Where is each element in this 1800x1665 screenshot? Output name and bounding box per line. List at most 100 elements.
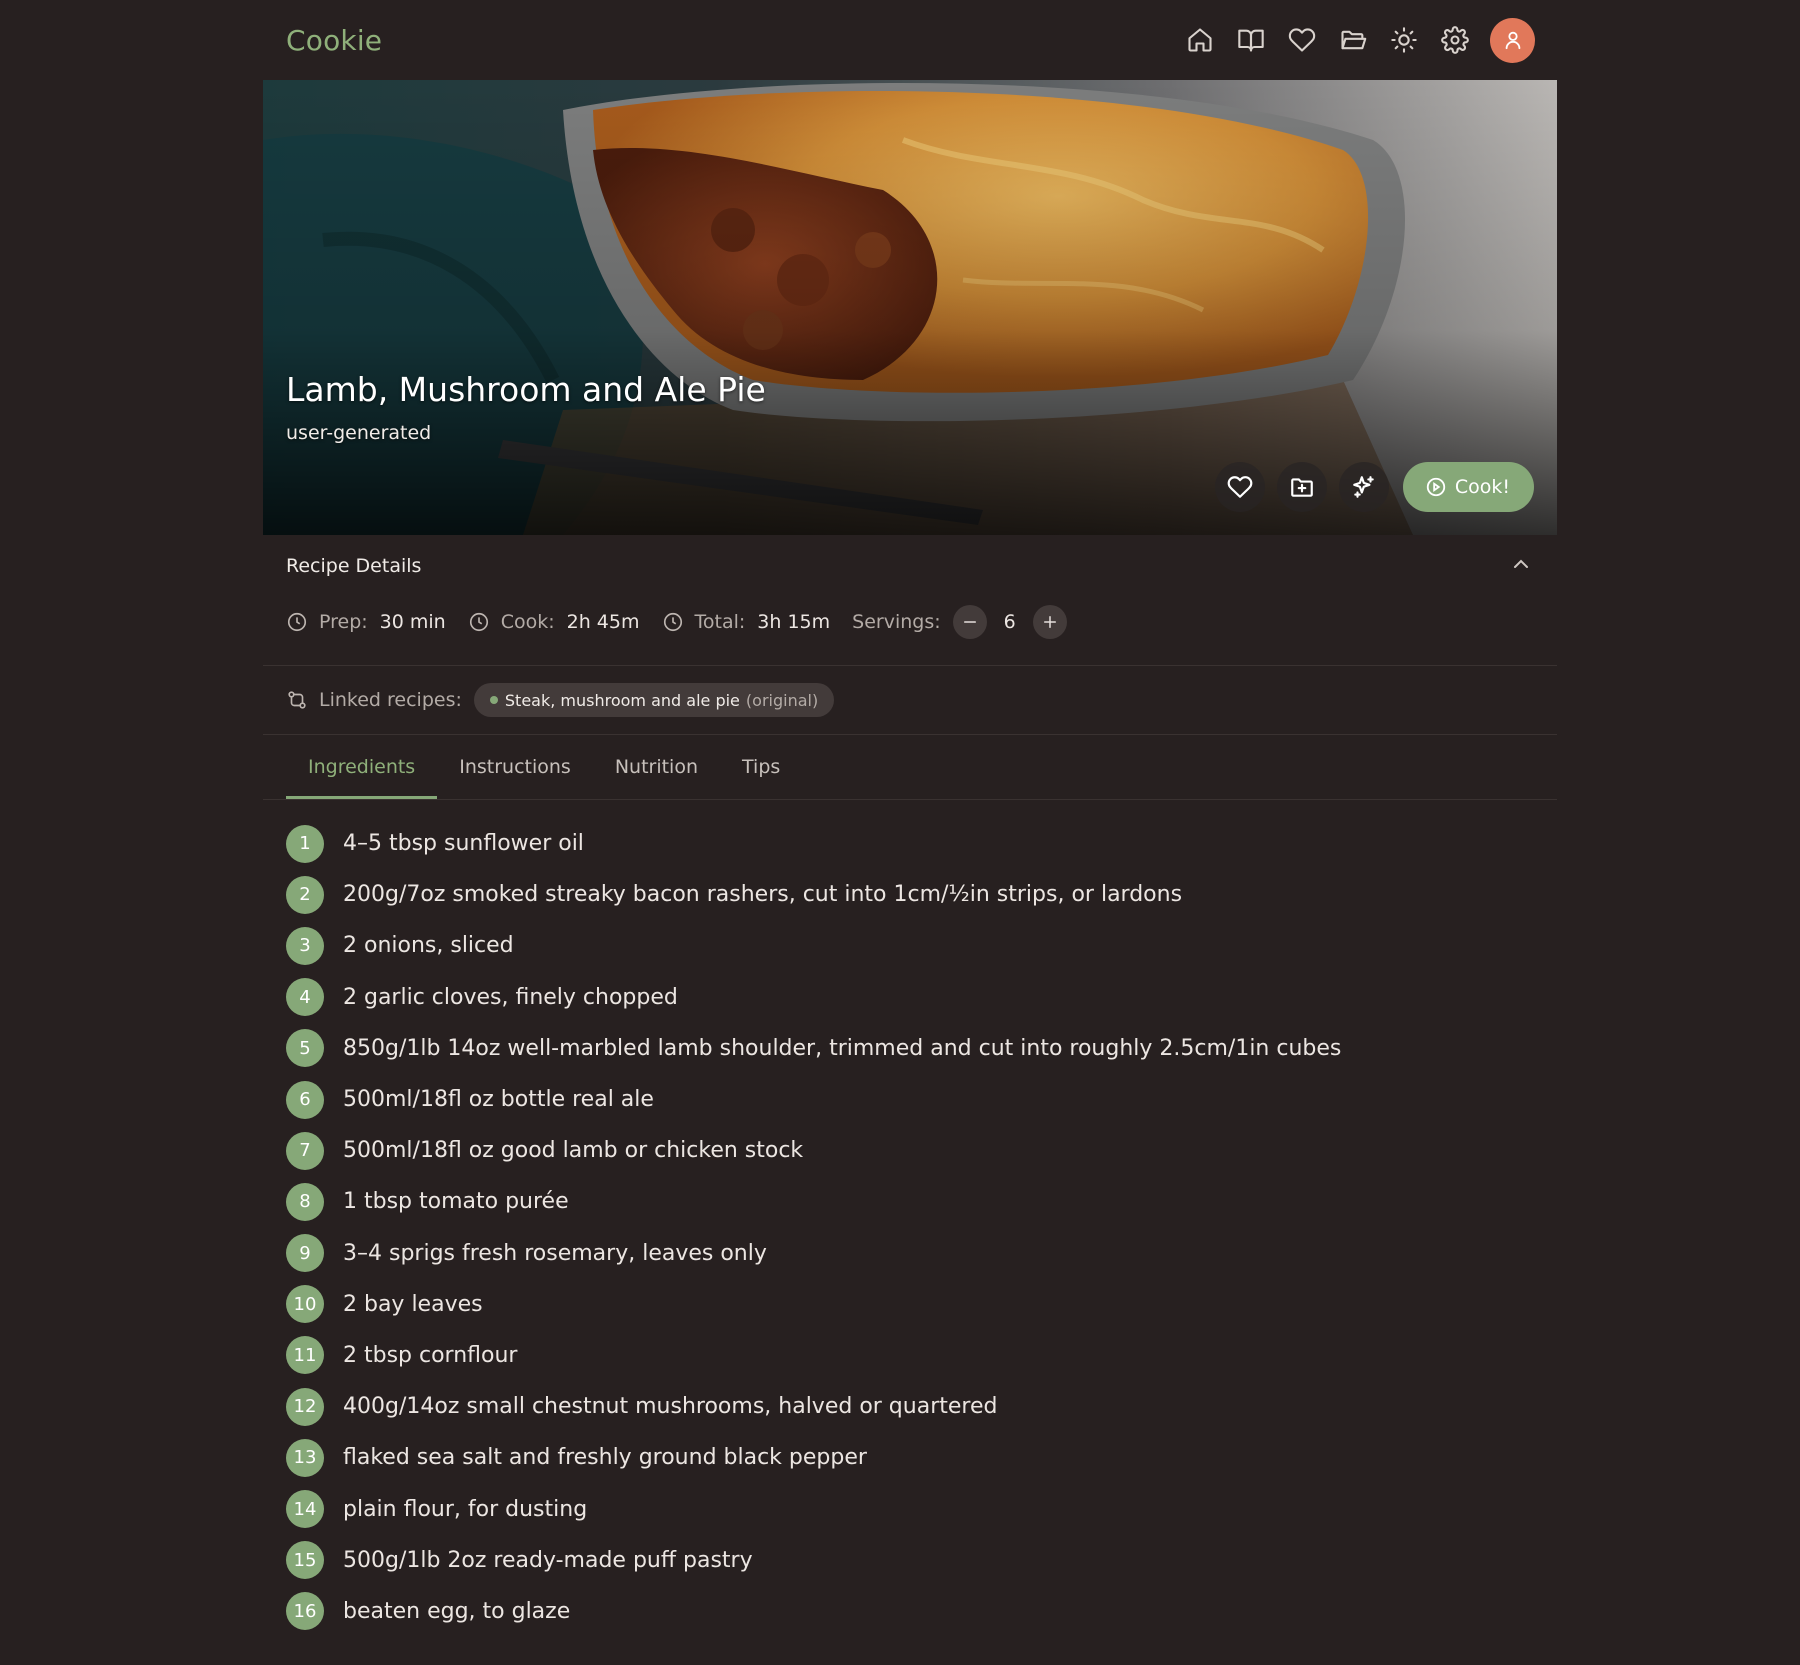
ingredient-item[interactable]: 1 4–5 tbsp sunflower oil xyxy=(286,818,1526,869)
ingredient-item[interactable]: 13 flaked sea salt and freshly ground bla… xyxy=(286,1432,1526,1483)
prep-label: Prep: xyxy=(319,611,368,633)
app-root: Cookie Lamb, Mushroom and Ale Pie user-g… xyxy=(0,0,1800,1665)
clock-icon xyxy=(287,612,307,632)
git-compare-icon xyxy=(288,691,306,709)
ingredient-text: 500ml/18fl oz bottle real ale xyxy=(343,1087,654,1113)
ingredient-item[interactable]: 10 2 bay leaves xyxy=(286,1279,1526,1330)
details-header[interactable]: Recipe Details xyxy=(263,535,1557,597)
linked-recipe-chip[interactable]: Steak, mushroom and ale pie (original) xyxy=(473,683,835,717)
ingredient-number: 14 xyxy=(286,1490,324,1529)
favorite-button[interactable] xyxy=(1214,462,1265,512)
ingredient-list: 1 4–5 tbsp sunflower oil 2 200g/7oz smoked… xyxy=(286,818,1526,1637)
tab-tips[interactable]: Tips xyxy=(720,735,802,799)
ingredient-number: 3 xyxy=(286,926,324,965)
clock-icon xyxy=(663,612,682,632)
chevron-up-icon[interactable] xyxy=(1509,552,1533,580)
ingredient-text: 3–4 sprigs fresh rosemary, leaves only xyxy=(343,1240,767,1266)
total-time: Total: 3h 15m xyxy=(662,611,830,633)
book-icon[interactable] xyxy=(1235,25,1266,56)
ingredient-number: 11 xyxy=(286,1336,324,1375)
hero-actions: Cook! xyxy=(1214,462,1534,512)
cook-button-label: Cook! xyxy=(1454,476,1510,498)
ingredient-item[interactable]: 3 2 onions, sliced xyxy=(286,920,1526,971)
ingredient-text: 2 garlic cloves, finely chopped xyxy=(343,984,678,1010)
ingredient-text: 850g/1lb 14oz well-marbled lamb shoulder… xyxy=(343,1035,1342,1061)
ingredient-number: 8 xyxy=(286,1182,324,1221)
ingredient-text: 400g/14oz small chestnut mushrooms, halv… xyxy=(343,1394,998,1420)
ingredient-item[interactable]: 16 beaten egg, to glaze xyxy=(286,1586,1526,1637)
ingredient-text: plain flour, for dusting xyxy=(343,1496,588,1522)
recipe-source: user-generated xyxy=(286,422,432,444)
linked-recipe-name: Steak, mushroom and ale pie xyxy=(504,690,740,710)
ingredient-text: flaked sea salt and freshly ground black… xyxy=(343,1445,867,1471)
tab-instructions[interactable]: Instructions xyxy=(437,735,593,799)
ingredient-number: 2 xyxy=(286,875,324,914)
servings-decrease-button[interactable] xyxy=(952,605,987,639)
linked-recipe-tag: (original) xyxy=(745,690,819,710)
servings-value: 6 xyxy=(1003,611,1016,633)
user-icon xyxy=(1505,31,1520,50)
folder-plus-icon xyxy=(1291,478,1313,497)
ingredient-number: 15 xyxy=(286,1541,324,1580)
cook-label: Cook: xyxy=(500,611,555,633)
cook-button[interactable]: Cook! xyxy=(1402,462,1534,512)
linked-recipes-row: Linked recipes: Steak, mushroom and ale … xyxy=(263,666,1557,734)
ingredient-item[interactable]: 5 850g/1lb 14oz well-marbled lamb shoulde… xyxy=(286,1023,1526,1074)
timing-row: Prep: 30 min Cook: 2h 45m Total: 3h 15m … xyxy=(263,597,1557,647)
ingredient-text: 2 onions, sliced xyxy=(343,933,514,959)
tab-ingredients[interactable]: Ingredients xyxy=(286,735,438,799)
ingredient-number: 9 xyxy=(286,1234,324,1273)
brand-logo[interactable]: Cookie xyxy=(263,24,382,57)
cook-time: Cook: 2h 45m xyxy=(468,611,640,633)
recipe-tabs: Ingredients Instructions Nutrition Tips xyxy=(263,735,1557,799)
ingredient-item[interactable]: 8 1 tbsp tomato purée xyxy=(286,1176,1526,1227)
prep-value: 30 min xyxy=(379,611,446,633)
recipe-details: Recipe Details Prep: 30 min Cook: 2h 45m… xyxy=(263,535,1557,800)
ingredient-item[interactable]: 7 500ml/18fl oz good lamb or chicken stoc… xyxy=(286,1125,1526,1176)
tab-nutrition[interactable]: Nutrition xyxy=(593,735,720,799)
plus-icon xyxy=(1043,616,1056,628)
ingredient-number: 4 xyxy=(286,978,324,1017)
recipe-hero: Lamb, Mushroom and Ale Pie user-generate… xyxy=(263,80,1557,535)
gear-icon[interactable] xyxy=(1439,25,1470,56)
ingredient-text: 4–5 tbsp sunflower oil xyxy=(343,831,584,857)
ingredient-text: 2 tbsp cornflour xyxy=(343,1342,518,1368)
ingredient-text: beaten egg, to glaze xyxy=(343,1598,571,1624)
ingredient-item[interactable]: 11 2 tbsp cornflour xyxy=(286,1330,1526,1381)
ingredient-text: 500ml/18fl oz good lamb or chicken stock xyxy=(343,1138,804,1164)
servings-label: Servings: xyxy=(852,611,941,633)
ingredient-number: 13 xyxy=(286,1438,324,1477)
total-label: Total: xyxy=(694,611,746,633)
ingredient-number: 1 xyxy=(286,824,324,863)
ai-remix-button[interactable] xyxy=(1338,462,1389,512)
top-bar: Cookie xyxy=(263,0,1557,80)
ingredient-text: 2 bay leaves xyxy=(343,1291,483,1317)
ingredient-item[interactable]: 4 2 garlic cloves, finely chopped xyxy=(286,972,1526,1023)
sun-icon[interactable] xyxy=(1388,25,1419,56)
home-icon[interactable] xyxy=(1184,25,1215,56)
details-title: Recipe Details xyxy=(286,555,422,577)
divider xyxy=(263,799,1557,800)
minus-icon xyxy=(963,621,976,623)
heart-icon[interactable] xyxy=(1286,25,1317,56)
ingredient-number: 7 xyxy=(286,1131,324,1170)
folder-icon[interactable] xyxy=(1337,25,1368,56)
ingredient-number: 12 xyxy=(286,1387,324,1426)
ingredient-number: 10 xyxy=(286,1285,324,1324)
ingredient-item[interactable]: 6 500ml/18fl oz bottle real ale xyxy=(286,1074,1526,1125)
recipe-title: Lamb, Mushroom and Ale Pie xyxy=(286,370,766,409)
add-to-collection-button[interactable] xyxy=(1276,462,1327,512)
ingredient-number: 16 xyxy=(286,1592,324,1631)
ingredient-item[interactable]: 12 400g/14oz small chestnut mushrooms, ha… xyxy=(286,1381,1526,1432)
cook-value: 2h 45m xyxy=(566,611,640,633)
ingredient-item[interactable]: 9 3–4 sprigs fresh rosemary, leaves only xyxy=(286,1228,1526,1279)
prep-time: Prep: 30 min xyxy=(286,611,446,633)
ingredient-item[interactable]: 14 plain flour, for dusting xyxy=(286,1483,1526,1534)
ingredient-item[interactable]: 2 200g/7oz smoked streaky bacon rashers, … xyxy=(286,869,1526,920)
ingredient-number: 5 xyxy=(286,1029,324,1068)
ingredient-number: 6 xyxy=(286,1080,324,1119)
user-avatar-button[interactable] xyxy=(1490,17,1535,63)
servings-increase-button[interactable] xyxy=(1032,605,1067,639)
ingredient-item[interactable]: 15 500g/1lb 2oz ready-made puff pastry xyxy=(286,1535,1526,1586)
linked-recipes-label: Linked recipes: xyxy=(319,689,462,711)
